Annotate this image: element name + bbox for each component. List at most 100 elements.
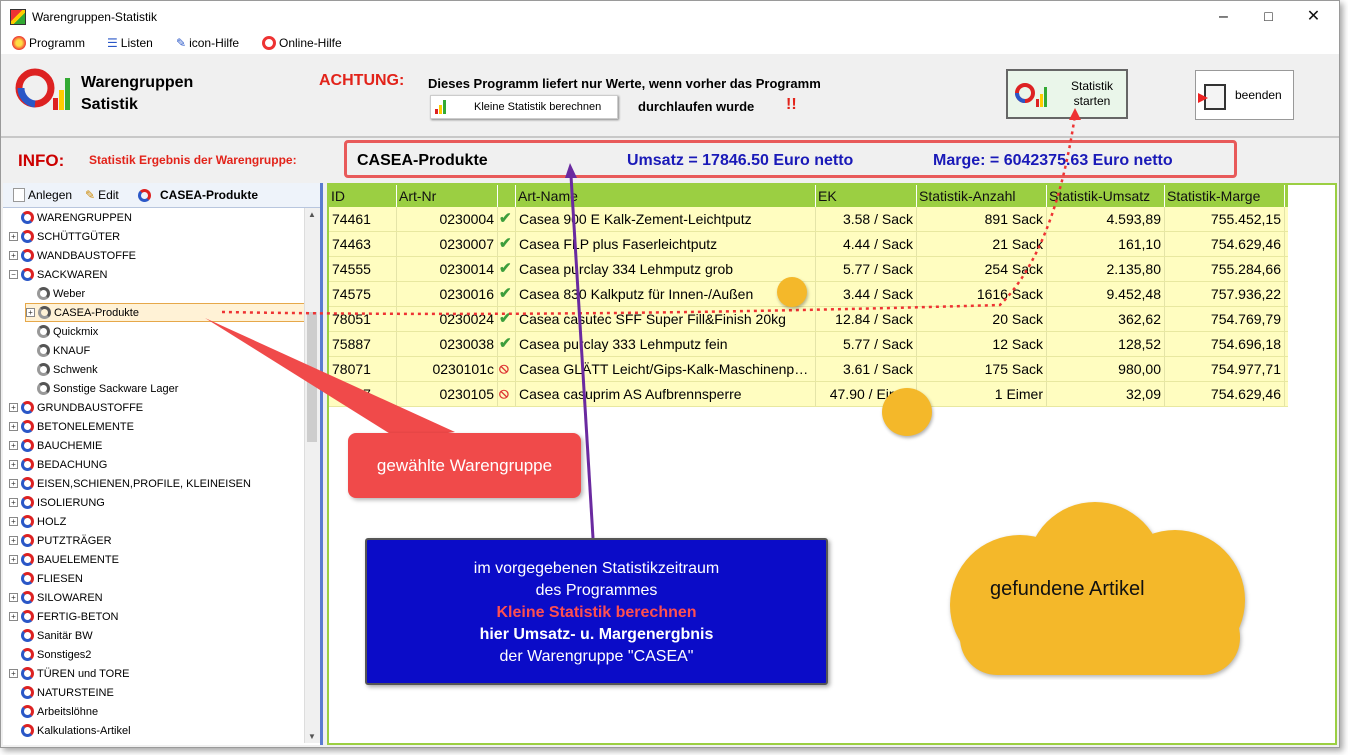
tree-item[interactable]: + BAUELEMENTE bbox=[9, 550, 119, 569]
callout-line3: Kleine Statistik berechnen bbox=[496, 604, 697, 621]
column-header[interactable]: Art-Name bbox=[516, 185, 816, 207]
tree-scrollbar[interactable]: ▲ ▼ bbox=[304, 208, 320, 743]
menu-listen[interactable]: ☰ Listen bbox=[107, 36, 153, 50]
add-button[interactable]: Anlegen bbox=[13, 188, 72, 202]
table-row[interactable]: 74575 0230016 ✔ Casea 830 Kalkputz für Inne… bbox=[329, 282, 1288, 307]
end-button-label: beenden bbox=[1235, 88, 1282, 102]
column-header[interactable]: Statistik-Marge bbox=[1165, 185, 1285, 207]
tree-item[interactable]: Sonstiges2 bbox=[9, 645, 91, 664]
tree-expander-icon[interactable]: + bbox=[9, 536, 18, 545]
column-header[interactable]: EK bbox=[816, 185, 917, 207]
column-header[interactable] bbox=[498, 185, 516, 207]
tree-item[interactable]: KNAUF bbox=[25, 341, 90, 360]
scroll-down-icon[interactable]: ▼ bbox=[308, 732, 316, 741]
group-icon bbox=[21, 686, 34, 699]
info-umsatz: Umsatz = 17846.50 Euro netto bbox=[627, 152, 854, 169]
table-row[interactable]: 74463 0230007 ✔ Casea FLP plus Faserleichtp… bbox=[329, 232, 1288, 257]
tree-expander-icon[interactable]: + bbox=[9, 460, 18, 469]
table-row[interactable]: 74555 0230014 ✔ Casea purclay 334 Lehmputz … bbox=[329, 257, 1288, 282]
column-header[interactable]: ID bbox=[329, 185, 397, 207]
small-statistics-label: Kleine Statistik berechnen bbox=[474, 101, 602, 113]
scrollbar-thumb[interactable] bbox=[307, 312, 317, 442]
tree-expander-icon[interactable]: + bbox=[9, 517, 18, 526]
table-row[interactable]: 78071 0230101c ⦸ Casea GLÄTT Leicht/Gips-Ka… bbox=[329, 357, 1288, 382]
tree-expander-icon[interactable]: + bbox=[9, 403, 18, 412]
tree-item[interactable]: Schwenk bbox=[25, 360, 98, 379]
tree-expander-icon[interactable]: + bbox=[9, 441, 18, 450]
column-header[interactable]: Art-Nr bbox=[397, 185, 498, 207]
tree-item[interactable]: + WANDBAUSTOFFE bbox=[9, 246, 136, 265]
tree-expander-icon[interactable]: + bbox=[9, 593, 18, 602]
minimize-button[interactable]: – bbox=[1201, 1, 1246, 32]
subgroup-icon bbox=[37, 344, 50, 357]
column-header[interactable]: Statistik-Anzahl bbox=[917, 185, 1047, 207]
column-header[interactable]: Statistik-Umsatz bbox=[1047, 185, 1165, 207]
tree-item[interactable]: + ISOLIERUNG bbox=[9, 493, 105, 512]
table-row[interactable]: 78051 0230024 ✔ Casea casutec SFF Super Fil… bbox=[329, 307, 1288, 332]
tree-expander-icon[interactable]: + bbox=[9, 669, 18, 678]
tree-item[interactable]: + GRUNDBAUSTOFFE bbox=[9, 398, 143, 417]
close-button[interactable]: ✕ bbox=[1291, 1, 1336, 32]
tree-item[interactable]: + PUTZTRÄGER bbox=[9, 531, 112, 550]
table-cell: 0230014 bbox=[397, 257, 498, 281]
small-statistics-button[interactable]: Kleine Statistik berechnen bbox=[430, 95, 618, 119]
table-cell: 78071 bbox=[329, 357, 397, 381]
table-row[interactable]: 74737 0230105 ⦸ Casea casuprim AS Aufbrenns… bbox=[329, 382, 1288, 407]
tree-item[interactable]: + SILOWAREN bbox=[9, 588, 103, 607]
tree-item[interactable]: Sonstige Sackware Lager bbox=[25, 379, 178, 398]
maximize-button[interactable]: □ bbox=[1246, 1, 1291, 32]
end-button[interactable]: beenden bbox=[1195, 70, 1294, 120]
table-row[interactable]: 75887 0230038 ✔ Casea purclay 333 Lehmputz … bbox=[329, 332, 1288, 357]
tree-item[interactable]: − SACKWAREN bbox=[9, 265, 108, 284]
menu-icon-hilfe[interactable]: ✎ icon-Hilfe bbox=[176, 36, 239, 50]
tree-item[interactable]: + CASEA-Produkte bbox=[25, 303, 305, 322]
tree-item[interactable]: Arbeitslöhne bbox=[9, 702, 98, 721]
tree-item[interactable]: Kalkulations-Artikel bbox=[9, 721, 131, 740]
subgroup-icon bbox=[37, 325, 50, 338]
tree-item[interactable]: Quickmix bbox=[25, 322, 98, 341]
tree-item-label: GRUNDBAUSTOFFE bbox=[37, 401, 144, 414]
list-icon: ☰ bbox=[107, 36, 118, 50]
edit-button[interactable]: ✎ Edit bbox=[85, 188, 119, 202]
tree-expander-icon[interactable]: + bbox=[9, 422, 18, 431]
tree-item[interactable]: NATURSTEINE bbox=[9, 683, 114, 702]
tree-item[interactable]: + FERTIG-BETON bbox=[9, 607, 119, 626]
achtung-label: ACHTUNG: bbox=[319, 72, 405, 89]
tree-item[interactable]: + BEDACHUNG bbox=[9, 455, 107, 474]
group-icon bbox=[21, 268, 34, 281]
table-row[interactable]: 74461 0230004 ✔ Casea 900 E Kalk-Zement-Lei… bbox=[329, 207, 1288, 232]
table-cell: 0230038 bbox=[397, 332, 498, 356]
tree-expander-icon[interactable]: + bbox=[9, 555, 18, 564]
tree-item[interactable]: + BETONELEMENTE bbox=[9, 417, 134, 436]
start-statistics-button[interactable]: Statistik starten bbox=[1006, 69, 1128, 119]
tree-expander-icon[interactable]: − bbox=[9, 270, 18, 279]
tree-expander-icon[interactable]: + bbox=[9, 251, 18, 260]
lifebuoy-icon bbox=[262, 36, 276, 50]
tree-expander-icon[interactable]: + bbox=[9, 479, 18, 488]
tree-expander-icon[interactable]: + bbox=[9, 232, 18, 241]
menu-online-hilfe[interactable]: Online-Hilfe bbox=[262, 36, 342, 50]
menu-programm[interactable]: Programm bbox=[12, 36, 85, 50]
tree-item[interactable]: + BAUCHEMIE bbox=[9, 436, 102, 455]
tree-item[interactable]: + TÜREN und TORE bbox=[9, 664, 130, 683]
table-cell: 74737 bbox=[329, 382, 397, 406]
tree-item[interactable]: + SCHÜTTGÜTER bbox=[9, 227, 120, 246]
tree-expander-icon[interactable]: + bbox=[9, 498, 18, 507]
tree-item[interactable]: FLIESEN bbox=[9, 569, 83, 588]
table-cell: 3.61 / Sack bbox=[816, 357, 917, 381]
start-statistics-label: Statistik starten bbox=[1060, 79, 1124, 109]
pencil-icon: ✎ bbox=[85, 188, 96, 202]
tree-item[interactable]: WARENGRUPPEN bbox=[9, 208, 132, 227]
header-panel: Warengruppen Satistik ACHTUNG: Dieses Pr… bbox=[1, 54, 1339, 138]
tree-item[interactable]: + EISEN,SCHIENEN,PROFILE, KLEINEISEN bbox=[9, 474, 251, 493]
tree-item[interactable]: Weber bbox=[25, 284, 85, 303]
tree-expander-icon[interactable]: + bbox=[9, 612, 18, 621]
tree-item-label: BETONELEMENTE bbox=[37, 420, 134, 433]
scroll-up-icon[interactable]: ▲ bbox=[308, 210, 316, 219]
tree-item[interactable]: + HOLZ bbox=[9, 512, 66, 531]
tree-item-label: KNAUF bbox=[53, 344, 91, 357]
tree-expander-icon[interactable]: + bbox=[26, 308, 35, 317]
tree-item-label: BAUELEMENTE bbox=[37, 553, 119, 566]
tree-item[interactable]: Sanitär BW bbox=[9, 626, 93, 645]
table-cell: 754.629,46 bbox=[1165, 382, 1285, 406]
